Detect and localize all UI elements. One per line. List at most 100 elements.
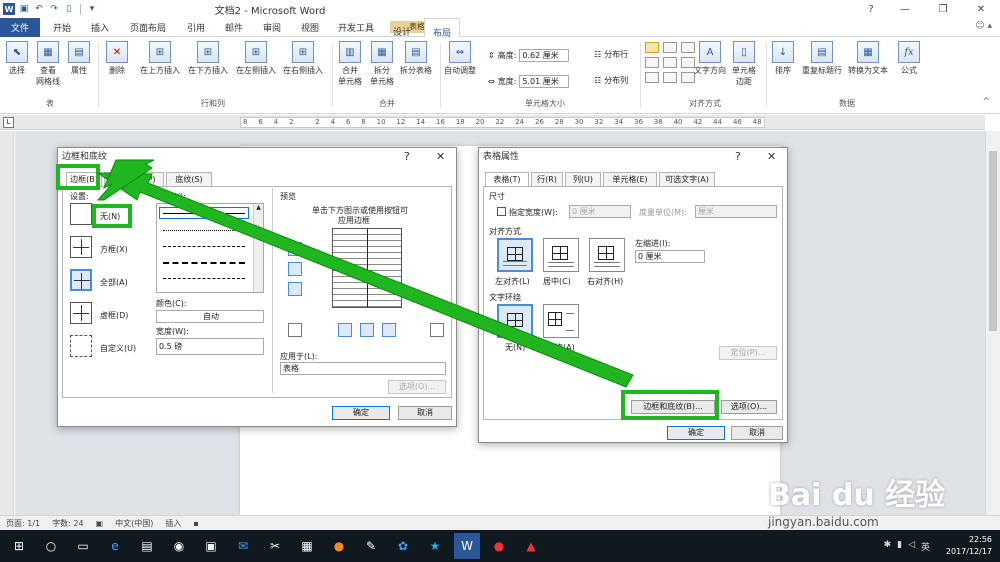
redo-icon[interactable]: ↷: [48, 3, 60, 15]
tab-cell[interactable]: 单元格(E): [603, 172, 657, 186]
network-icon[interactable]: ▮: [897, 540, 902, 553]
positioning-button[interactable]: 定位(P)...: [719, 346, 777, 360]
ime-indicator[interactable]: 英: [921, 540, 930, 553]
table-align-left-button[interactable]: [497, 238, 533, 272]
align-middle-right-button[interactable]: [681, 57, 695, 68]
minimize-button[interactable]: —: [886, 0, 924, 18]
width-spinner[interactable]: 5.01 厘米: [519, 75, 570, 88]
wrap-around-button[interactable]: [543, 304, 579, 338]
convert-to-text-button[interactable]: ▦ 转换为文本: [848, 41, 888, 76]
cancel-button[interactable]: 取消: [731, 426, 783, 440]
select-button[interactable]: ⬉ 选择: [6, 41, 28, 76]
indent-input[interactable]: 0 厘米: [635, 250, 705, 263]
paint-icon[interactable]: ✎: [358, 533, 384, 559]
width-dropdown[interactable]: 0.5 磅: [156, 338, 264, 355]
top-border-button[interactable]: [288, 242, 302, 256]
task-view-icon[interactable]: ▭: [70, 533, 96, 559]
word-logo-icon[interactable]: W: [3, 3, 15, 15]
star-app-icon[interactable]: ★: [422, 533, 448, 559]
align-top-center-button[interactable]: [663, 42, 677, 53]
align-top-left-button[interactable]: [645, 42, 659, 53]
dialog-help-button[interactable]: ?: [404, 150, 410, 163]
tab-developer[interactable]: 开发工具: [332, 18, 380, 37]
ok-button[interactable]: 确定: [667, 426, 725, 440]
apply-to-dropdown[interactable]: 表格: [280, 362, 446, 375]
tab-file[interactable]: 文件: [0, 18, 40, 37]
mail-icon[interactable]: ✉: [230, 533, 256, 559]
tab-page-border[interactable]: 页面边框(P): [104, 172, 164, 186]
line-style-long-dash[interactable]: [163, 262, 245, 264]
table-align-right-button[interactable]: [589, 238, 625, 272]
split-table-button[interactable]: ▤ 拆分表格: [400, 41, 432, 76]
autofit-button[interactable]: ⇔ 自动调整: [444, 41, 476, 76]
volume-icon[interactable]: ◁: [908, 540, 915, 553]
photos-icon[interactable]: ▣: [198, 533, 224, 559]
dialog-close-button[interactable]: ✕: [436, 150, 445, 163]
clock[interactable]: 22:56 2017/12/17: [946, 534, 992, 558]
cancel-button[interactable]: 取消: [398, 406, 452, 420]
table-align-center-button[interactable]: [543, 238, 579, 272]
merge-cells-button[interactable]: ▥ 合并 单元格: [338, 41, 362, 87]
view-gridlines-button[interactable]: ▦ 查看 网格线: [36, 41, 60, 87]
diagonal-down-border-button[interactable]: [430, 323, 444, 337]
delete-button[interactable]: ✕ 删除: [106, 41, 128, 76]
proofing-icon[interactable]: ▣: [96, 519, 104, 528]
border-preview[interactable]: [332, 228, 402, 308]
insert-right-button[interactable]: ⊞ 在右侧插入: [283, 41, 323, 76]
tab-home[interactable]: 开始: [44, 18, 80, 37]
inside-vertical-border-button[interactable]: [360, 323, 374, 337]
collapse-ribbon-icon[interactable]: ^: [982, 97, 990, 107]
setting-all-icon[interactable]: [70, 269, 92, 291]
color-dropdown[interactable]: 自动: [156, 310, 264, 323]
insert-above-button[interactable]: ⊞ 在上方插入: [140, 41, 180, 76]
tab-mailings[interactable]: 邮件: [216, 18, 252, 37]
page-count[interactable]: 页面: 1/1: [6, 518, 40, 529]
tab-design[interactable]: 设计: [384, 18, 420, 38]
setting-custom-label[interactable]: 自定义(U): [100, 343, 136, 354]
align-middle-left-button[interactable]: [645, 57, 659, 68]
insert-mode[interactable]: 插入: [165, 518, 181, 529]
new-document-icon[interactable]: ▯: [63, 3, 75, 15]
line-style-dotted[interactable]: [163, 230, 245, 231]
sort-button[interactable]: ↓ 排序: [772, 41, 794, 76]
align-middle-center-button[interactable]: [663, 57, 677, 68]
right-border-button[interactable]: [382, 323, 396, 337]
dialog-help-button[interactable]: ?: [735, 150, 741, 163]
distribute-rows-button[interactable]: ☷ 分布行: [594, 49, 628, 60]
help-button[interactable]: ?: [856, 0, 886, 18]
user-account[interactable]: ☺ ▴: [975, 21, 992, 31]
align-bottom-center-button[interactable]: [663, 72, 677, 83]
line-style-solid[interactable]: [163, 213, 245, 214]
close-button[interactable]: ✕: [962, 0, 1000, 18]
setting-custom-icon[interactable]: [70, 335, 92, 357]
restore-button[interactable]: ❐: [924, 0, 962, 18]
height-spinner[interactable]: 0.62 厘米: [519, 49, 570, 62]
setting-box-icon[interactable]: [70, 236, 92, 258]
tab-selector[interactable]: L: [3, 117, 14, 128]
tab-references[interactable]: 引用: [178, 18, 214, 37]
align-bottom-left-button[interactable]: [645, 72, 659, 83]
properties-button[interactable]: ▤ 属性: [68, 41, 90, 76]
preferred-width-input[interactable]: 0 厘米: [569, 205, 631, 218]
edge-icon[interactable]: e: [102, 533, 128, 559]
line-style-list[interactable]: ▲: [156, 203, 264, 293]
wps-icon[interactable]: ●: [486, 533, 512, 559]
language-indicator[interactable]: 中文(中国): [115, 518, 153, 529]
cell-margins-button[interactable]: ▯ 单元格 边距: [732, 41, 756, 87]
bottom-border-button[interactable]: [288, 282, 302, 296]
tab-view[interactable]: 视图: [292, 18, 328, 37]
cortana-icon[interactable]: ○: [38, 533, 64, 559]
setting-grid-icon[interactable]: [70, 302, 92, 324]
scrollbar-thumb[interactable]: [989, 151, 997, 331]
align-top-right-button[interactable]: [681, 42, 695, 53]
tab-review[interactable]: 审阅: [254, 18, 290, 37]
distribute-columns-button[interactable]: ☷ 分布列: [594, 75, 628, 86]
pdf-icon[interactable]: ▲: [518, 533, 544, 559]
tray-app-icon[interactable]: ✱: [884, 540, 892, 553]
tab-insert[interactable]: 插入: [82, 18, 118, 37]
setting-all-label[interactable]: 全部(A): [100, 277, 128, 288]
setting-grid-label[interactable]: 虚框(D): [100, 310, 128, 321]
options-button[interactable]: 选项(O)...: [388, 380, 446, 394]
align-bottom-right-button[interactable]: [681, 72, 695, 83]
style-list-scrollbar[interactable]: ▲: [253, 204, 263, 292]
